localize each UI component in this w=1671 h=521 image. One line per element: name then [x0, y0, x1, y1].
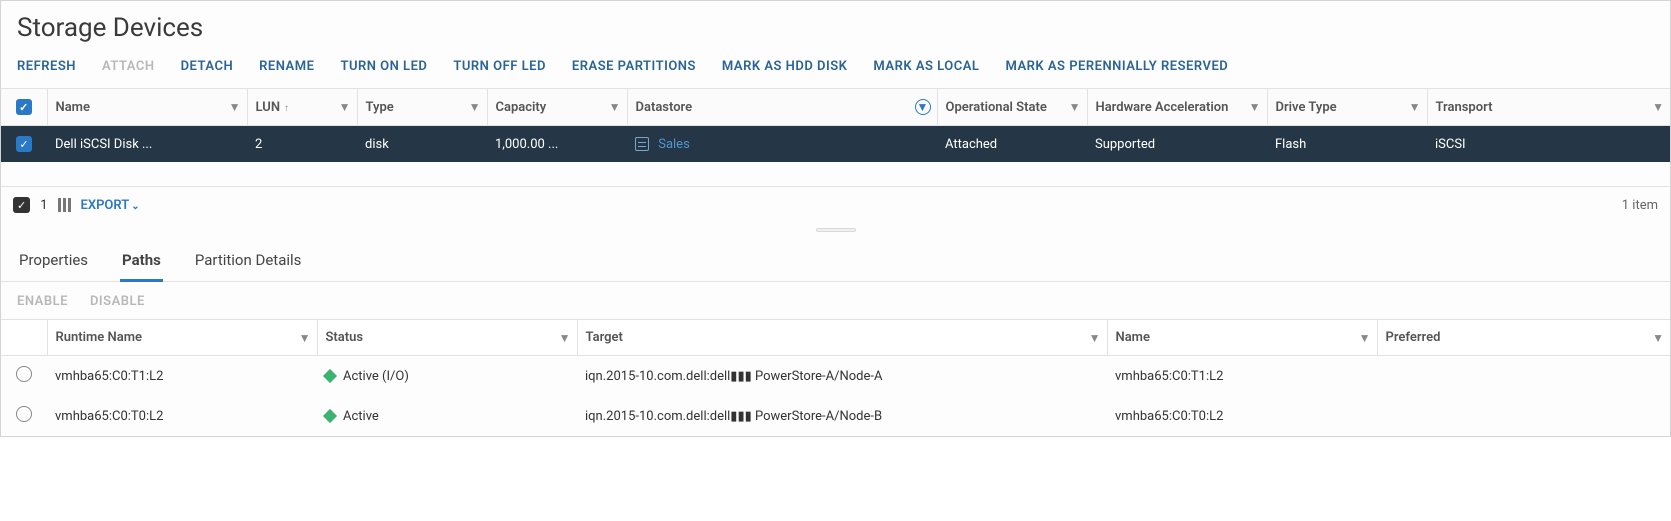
filter-icon[interactable]: ▼: [1069, 100, 1081, 114]
cell-name: Dell iSCSI Disk ...: [47, 126, 247, 163]
path-preferred: [1377, 356, 1670, 397]
col-datastore[interactable]: Datastore▼: [627, 89, 937, 126]
main-toolbar: REFRESH ATTACH DETACH RENAME TURN ON LED…: [1, 53, 1670, 88]
path-row[interactable]: vmhba65:C0:T1:L2 Active (I/O) iqn.2015-1…: [1, 356, 1670, 397]
select-all-header[interactable]: ✓: [1, 89, 47, 126]
filter-icon[interactable]: ▼: [1409, 100, 1421, 114]
columns-icon[interactable]: [58, 198, 71, 212]
tab-partition-details[interactable]: Partition Details: [193, 245, 304, 281]
path-status: Active: [317, 396, 577, 436]
selection-badge: ✓: [13, 197, 30, 213]
path-runtime: vmhba65:C0:T0:L2: [47, 396, 317, 436]
path-status: Active (I/O): [317, 356, 577, 397]
mark-local-button[interactable]: MARK AS LOCAL: [873, 59, 979, 74]
path-radio[interactable]: [16, 406, 32, 422]
tab-paths[interactable]: Paths: [120, 245, 163, 282]
datastore-icon: [635, 137, 649, 151]
select-all-checkbox[interactable]: ✓: [16, 99, 32, 115]
filter-icon[interactable]: ▼: [229, 100, 241, 114]
item-count: 1 item: [1622, 198, 1658, 213]
page-title: Storage Devices: [17, 13, 1670, 43]
cell-lun: 2: [247, 126, 357, 163]
path-target: iqn.2015-10.com.dell:dell▮▮▮ PowerStore-…: [577, 396, 1107, 436]
devices-header-row: ✓ Name▼ LUN↑▼ Type▼ Capacity▼ Datastore▼…: [1, 89, 1670, 126]
rename-button[interactable]: RENAME: [259, 59, 314, 74]
cell-type: disk: [357, 126, 487, 163]
export-button[interactable]: EXPORT⌄: [81, 198, 140, 213]
chevron-down-icon: ⌄: [131, 201, 139, 212]
path-runtime: vmhba65:C0:T1:L2: [47, 356, 317, 397]
cell-op-state: Attached: [937, 126, 1087, 163]
turn-off-led-button[interactable]: TURN OFF LED: [453, 59, 546, 74]
devices-table-wrap: ✓ Name▼ LUN↑▼ Type▼ Capacity▼ Datastore▼…: [1, 88, 1670, 186]
col-lun[interactable]: LUN↑▼: [247, 89, 357, 126]
paths-col-preferred[interactable]: Preferred▼: [1377, 320, 1670, 356]
attach-button: ATTACH: [102, 59, 155, 74]
status-active-icon: [323, 409, 337, 423]
col-op-state[interactable]: Operational State▼: [937, 89, 1087, 126]
paths-col-target[interactable]: Target▼: [577, 320, 1107, 356]
cell-drive-type: Flash: [1267, 126, 1427, 163]
path-row[interactable]: vmhba65:C0:T0:L2 Active iqn.2015-10.com.…: [1, 396, 1670, 436]
cell-capacity: 1,000.00 ...: [487, 126, 627, 163]
filter-icon[interactable]: ▼: [1089, 331, 1101, 345]
detach-button[interactable]: DETACH: [181, 59, 234, 74]
path-target: iqn.2015-10.com.dell:dell▮▮▮ PowerStore-…: [577, 356, 1107, 397]
cell-datastore: Sales: [627, 126, 937, 163]
datastore-link[interactable]: Sales: [658, 137, 690, 152]
filter-icon[interactable]: ▼: [559, 331, 571, 345]
devices-table: ✓ Name▼ LUN↑▼ Type▼ Capacity▼ Datastore▼…: [1, 89, 1670, 186]
detail-tabs: Properties Paths Partition Details: [1, 237, 1670, 282]
filter-icon[interactable]: ▼: [339, 100, 351, 114]
paths-col-select: [1, 320, 47, 356]
paths-col-name[interactable]: Name▼: [1107, 320, 1377, 356]
filter-active-icon[interactable]: ▼: [915, 99, 931, 115]
erase-partitions-button[interactable]: ERASE PARTITIONS: [572, 59, 696, 74]
paths-col-status[interactable]: Status▼: [317, 320, 577, 356]
path-radio[interactable]: [16, 366, 32, 382]
row-checkbox[interactable]: ✓: [16, 136, 32, 152]
filter-icon[interactable]: ▼: [469, 100, 481, 114]
paths-header-row: Runtime Name▼ Status▼ Target▼ Name▼ Pref…: [1, 320, 1670, 356]
devices-footer: ✓ 1 EXPORT⌄ 1 item: [1, 186, 1670, 223]
path-preferred: [1377, 396, 1670, 436]
col-capacity[interactable]: Capacity▼: [487, 89, 627, 126]
paths-toolbar: ENABLE DISABLE: [1, 282, 1670, 319]
col-type[interactable]: Type▼: [357, 89, 487, 126]
status-active-icon: [323, 369, 337, 383]
col-hw-accel[interactable]: Hardware Acceleration▼: [1087, 89, 1267, 126]
mark-hdd-button[interactable]: MARK AS HDD DISK: [722, 59, 848, 74]
mark-perennial-button[interactable]: MARK AS PERENNIALLY RESERVED: [1005, 59, 1228, 74]
paths-table: Runtime Name▼ Status▼ Target▼ Name▼ Pref…: [1, 319, 1670, 436]
filter-icon[interactable]: ▼: [299, 331, 311, 345]
filter-icon[interactable]: ▼: [1652, 331, 1664, 345]
spacer-row: [1, 162, 1670, 186]
enable-button: ENABLE: [17, 294, 68, 309]
turn-on-led-button[interactable]: TURN ON LED: [340, 59, 427, 74]
refresh-button[interactable]: REFRESH: [17, 59, 76, 74]
resize-handle[interactable]: [1, 223, 1670, 237]
disable-button: DISABLE: [90, 294, 145, 309]
sort-asc-icon[interactable]: ↑: [284, 103, 289, 114]
filter-icon[interactable]: ▼: [1652, 100, 1664, 114]
path-name: vmhba65:C0:T0:L2: [1107, 396, 1377, 436]
paths-col-runtime[interactable]: Runtime Name▼: [47, 320, 317, 356]
cell-hw-accel: Supported: [1087, 126, 1267, 163]
col-transport[interactable]: Transport▼: [1427, 89, 1670, 126]
cell-transport: iSCSI: [1427, 126, 1670, 163]
path-name: vmhba65:C0:T1:L2: [1107, 356, 1377, 397]
device-row[interactable]: ✓ Dell iSCSI Disk ... 2 disk 1,000.00 ..…: [1, 126, 1670, 163]
tab-properties[interactable]: Properties: [17, 245, 90, 281]
col-drive-type[interactable]: Drive Type▼: [1267, 89, 1427, 126]
filter-icon[interactable]: ▼: [1249, 100, 1261, 114]
filter-icon[interactable]: ▼: [1359, 331, 1371, 345]
col-name[interactable]: Name▼: [47, 89, 247, 126]
storage-devices-panel: Storage Devices REFRESH ATTACH DETACH RE…: [0, 0, 1671, 437]
filter-icon[interactable]: ▼: [609, 100, 621, 114]
selection-count: 1: [40, 198, 47, 213]
